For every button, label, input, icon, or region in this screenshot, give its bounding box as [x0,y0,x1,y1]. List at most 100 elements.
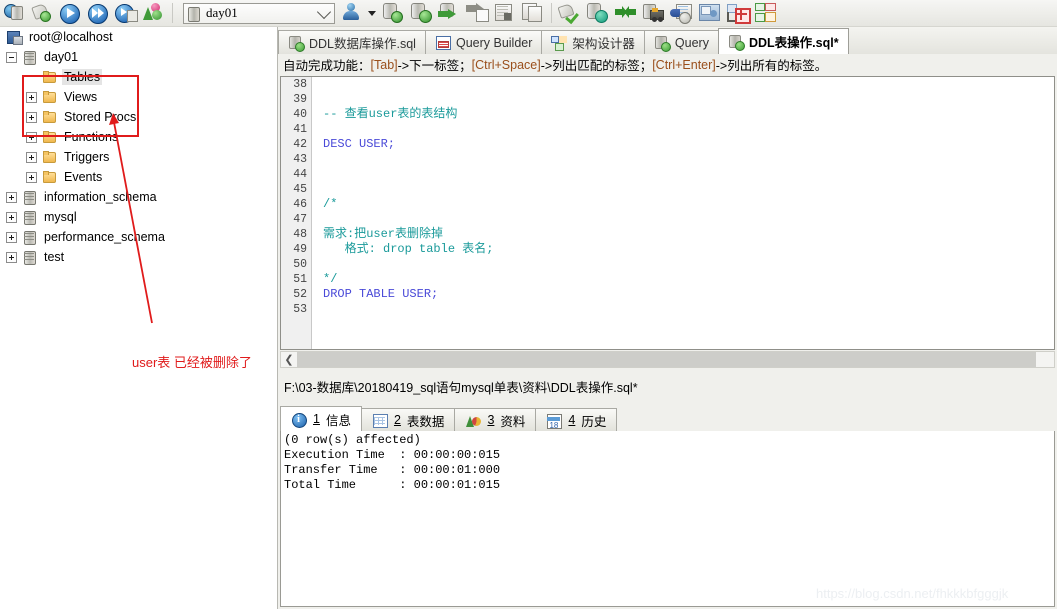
sync-data-icon[interactable] [585,1,611,25]
tree-item-views[interactable]: Views [0,87,277,107]
tree-item-information-schema[interactable]: information_schema [0,187,277,207]
schema-sync-icon[interactable] [613,1,639,25]
expand-icon[interactable] [26,111,37,123]
code-line: 需求:把user表删除掉 [323,227,444,241]
hint-text-1: ->下一标签； [397,59,472,73]
new-connection-icon[interactable] [29,1,55,25]
tab-3[interactable]: 架构设计器 [541,30,645,54]
scrollbar-thumb[interactable] [297,352,1036,367]
chevron-down-icon[interactable] [316,4,332,19]
expand-icon[interactable] [26,151,37,163]
message-output-panel[interactable]: (0 row(s) affected) Execution Time : 00:0… [280,431,1055,607]
hint-key-tab: [Tab] [370,57,398,72]
code-line: DESC USER; [323,137,396,151]
tree-item-day01[interactable]: day01 [0,47,277,67]
restore-icon[interactable] [492,1,518,25]
tree-item-performance-schema[interactable]: performance_schema [0,227,277,247]
execute-query-to-file-icon[interactable] [113,1,139,25]
schema-designer-toolbar-icon[interactable] [753,1,779,25]
import-data-icon[interactable] [408,1,434,25]
execute-query-icon[interactable] [57,1,83,25]
info-icon [291,412,307,428]
notification-services-icon[interactable] [697,1,723,25]
result-tab-3[interactable]: 3 资料 [454,408,537,431]
scheduled-backup-icon[interactable] [669,1,695,25]
line-number: 43 [293,153,307,166]
tab-label: Query Builder [455,35,533,50]
tab-label: DDL数据库操作.sql [309,37,416,51]
database-selector[interactable]: day01 [183,2,335,24]
expand-icon[interactable] [6,211,17,223]
sql-file-icon [288,35,305,52]
export-data-icon[interactable] [436,1,462,25]
line-number: 52 [293,288,307,301]
tree-root-label: root@localhost [29,30,113,44]
folder-icon [41,149,57,165]
result-tab-1[interactable]: 1 信息 [280,406,362,431]
editor-horizontal-scrollbar[interactable]: ❮ [280,351,1055,368]
object-browser-panel[interactable]: root@localhost day01 Tables Views Stored Pr… [0,27,278,609]
database-icon [21,49,37,65]
scroll-left-button[interactable]: ❮ [281,352,297,367]
hint-key-ctrl-space: [Ctrl+Space] [471,57,541,72]
tree-item-mysql[interactable]: mysql [0,207,277,227]
folder-icon [41,129,57,145]
expand-icon[interactable] [6,251,17,263]
tree-item-tables[interactable]: Tables [0,67,277,87]
file-path-bar: F:\03-数据库\20180419_sql语句mysql单表\资料\DDL表操… [280,375,1055,397]
tab-4[interactable]: Query [643,30,719,54]
migrate-icon[interactable] [641,1,667,25]
tree-item-label: Events [64,170,103,184]
result-tab-label: 信息 [325,413,351,428]
line-number: 50 [293,258,307,271]
tree-item-label: Tables [62,69,103,85]
tree-item-stored-procs[interactable]: Stored Procs [0,107,277,127]
expand-icon[interactable] [6,191,17,203]
copy-database-icon[interactable] [557,1,583,25]
tree-item-test[interactable]: test [0,247,277,267]
tree-item-label: information_schema [44,190,157,204]
collapse-icon[interactable] [6,51,17,63]
query-builder-icon[interactable] [141,1,167,25]
expand-icon[interactable] [26,131,37,143]
database-icon [188,6,200,22]
editor-code-area[interactable]: -- 查看user表的表结构 DESC USER; /* 需求:把user表删除掉 格… [313,77,1054,349]
line-number: 48 [293,228,307,241]
tree-root-node[interactable]: root@localhost [0,27,277,47]
tab-2[interactable]: Query Builder [424,30,543,54]
user-dropdown-icon[interactable] [368,10,376,16]
result-tab-2[interactable]: 2 表数据 [360,408,456,431]
code-line: -- 查看user表的表结构 [323,107,458,121]
table-diagnostics-icon[interactable] [520,1,546,25]
database-selector-value: day01 [206,5,238,20]
output-line: Total Time : 00:00:01:015 [284,478,501,492]
tab-1[interactable]: DDL数据库操作.sql [278,30,426,54]
user-manager-icon[interactable] [340,1,366,25]
tree-item-events[interactable]: Events [0,167,277,187]
tree-item-label: Functions [64,130,119,144]
tree-item-triggers[interactable]: Triggers [0,147,277,167]
result-tab-4[interactable]: 4 历史 [535,408,618,431]
hint-key-ctrl-enter: [Ctrl+Enter] [652,57,716,72]
line-number: 38 [293,78,307,91]
tab-5[interactable]: DDL表操作.sql* [717,28,849,54]
execute-all-queries-icon[interactable] [85,1,111,25]
sql-editor[interactable]: 38 39 40 41 42 43 44 45 46 47 48 49 50 51 52 53 -- 查看us… [280,76,1055,350]
sql-file-icon [728,34,745,51]
tree-item-functions[interactable]: Functions [0,127,277,147]
watermark-text: https://blog.csdn.net/fhkkkbfgggjk [816,586,1009,601]
tree-item-list: day01 Tables Views Stored Procs Functions Tri… [0,47,277,267]
expand-icon[interactable] [26,91,37,103]
form-view-icon[interactable] [725,1,751,25]
expand-icon[interactable] [26,171,37,183]
connect-manager-icon[interactable] [1,1,27,25]
expand-icon[interactable] [6,231,17,243]
backup-icon[interactable] [464,1,490,25]
database-new-icon[interactable] [380,1,406,25]
